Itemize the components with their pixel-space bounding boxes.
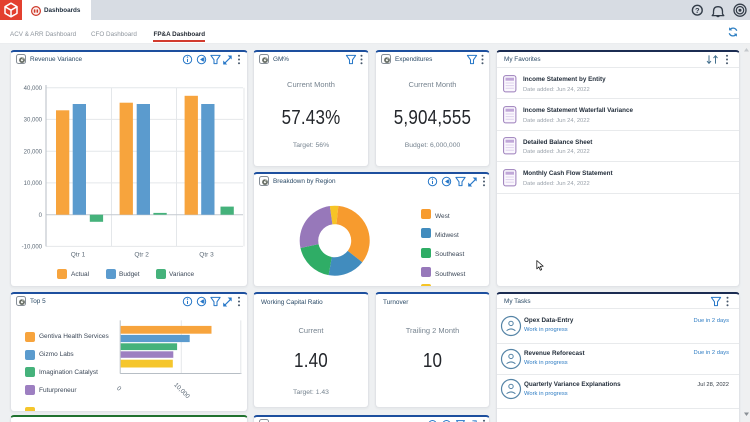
- svg-text:10,000: 10,000: [172, 382, 191, 401]
- svg-text:?: ?: [695, 6, 700, 15]
- svg-text:Qtr 1: Qtr 1: [71, 252, 86, 259]
- svg-text:0: 0: [39, 213, 43, 219]
- svg-text:40,000: 40,000: [24, 86, 43, 92]
- svg-text:Qtr 3: Qtr 3: [199, 252, 214, 259]
- svg-text:10,000: 10,000: [24, 181, 43, 187]
- svg-text:Qtr 2: Qtr 2: [134, 252, 149, 259]
- svg-text:20,000: 20,000: [24, 150, 43, 156]
- svg-text:0: 0: [115, 385, 123, 393]
- svg-text:30,000: 30,000: [24, 118, 43, 124]
- svg-text:-10,000: -10,000: [22, 245, 43, 251]
